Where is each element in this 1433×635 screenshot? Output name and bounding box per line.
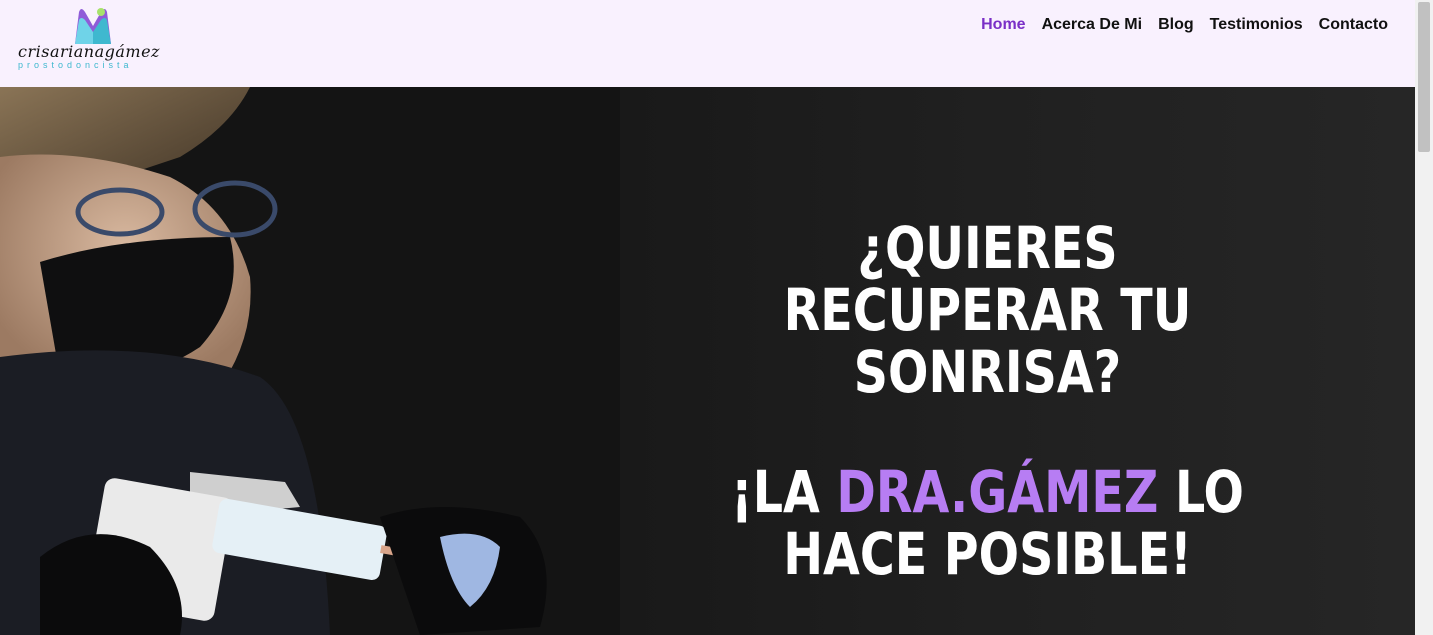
page-scrollbar[interactable] <box>1415 0 1433 635</box>
headline-prefix: ¡LA <box>731 458 837 526</box>
logo-script-text: crisarianagámez <box>18 42 160 61</box>
scrollbar-thumb[interactable] <box>1418 2 1430 152</box>
headline-accent: DRA.GÁMEZ <box>836 458 1159 526</box>
nav-blog[interactable]: Blog <box>1158 16 1194 34</box>
hero-headline: ¿QUIERES RECUPERAR TU SONRISA? ¡LA DRA.G… <box>703 217 1273 585</box>
main-nav: Home Acerca De Mi Blog Testimonios Conta… <box>981 16 1388 34</box>
headline-line-2: ¡LA DRA.GÁMEZ LO HACE POSIBLE! <box>703 461 1273 585</box>
nav-acerca-de-mi[interactable]: Acerca De Mi <box>1042 16 1143 34</box>
logo-subtitle: prostodoncista <box>18 60 133 70</box>
site-header: crisarianagámez prostodoncista Home Acer… <box>0 0 1415 87</box>
nav-home[interactable]: Home <box>981 16 1025 34</box>
logo-mark-icon <box>75 8 111 44</box>
nav-contacto[interactable]: Contacto <box>1319 16 1388 34</box>
site-logo[interactable]: crisarianagámez prostodoncista <box>16 4 176 78</box>
nav-testimonios[interactable]: Testimonios <box>1210 16 1303 34</box>
hero-section: ¿QUIERES RECUPERAR TU SONRISA? ¡LA DRA.G… <box>0 87 1415 635</box>
dentist-photo-icon <box>0 87 620 635</box>
headline-line-1: ¿QUIERES RECUPERAR TU SONRISA? <box>783 214 1192 406</box>
